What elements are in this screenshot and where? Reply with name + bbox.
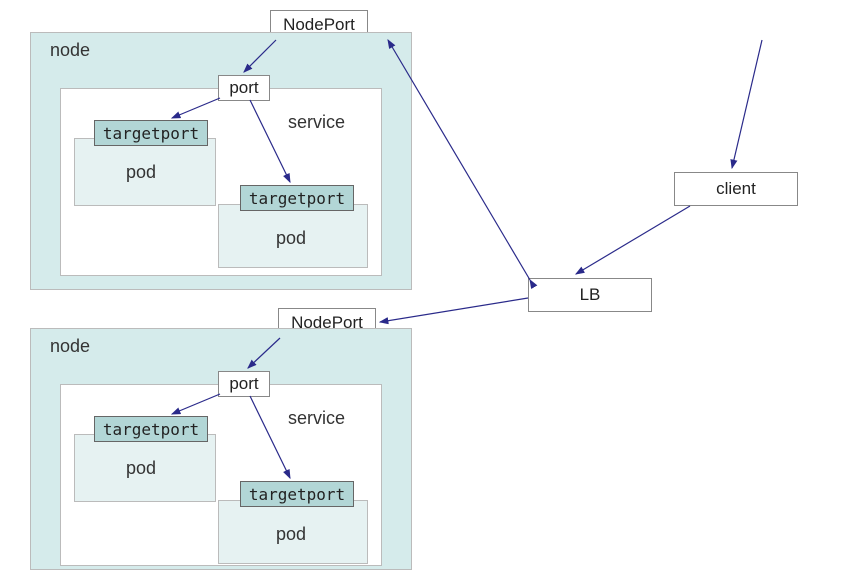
lb-box: LB xyxy=(528,278,652,312)
targetport-label-1a: targetport xyxy=(103,124,199,143)
node-label-1: node xyxy=(50,40,90,61)
port-box-2: port xyxy=(218,371,270,397)
targetport-label-2a: targetport xyxy=(103,420,199,439)
targetport-box-1b: targetport xyxy=(240,185,354,211)
port-label-1: port xyxy=(229,78,258,98)
client-label: client xyxy=(716,179,756,199)
pod-label-2a: pod xyxy=(126,458,156,479)
service-label-2: service xyxy=(288,408,345,429)
targetport-box-1a: targetport xyxy=(94,120,208,146)
targetport-label-1b: targetport xyxy=(249,189,345,208)
port-box-1: port xyxy=(218,75,270,101)
service-label-1: service xyxy=(288,112,345,133)
pod-label-1a: pod xyxy=(126,162,156,183)
port-label-2: port xyxy=(229,374,258,394)
pod-label-1b: pod xyxy=(276,228,306,249)
lb-label: LB xyxy=(580,285,601,305)
pod-label-2b: pod xyxy=(276,524,306,545)
node-label-2: node xyxy=(50,336,90,357)
client-box: client xyxy=(674,172,798,206)
targetport-label-2b: targetport xyxy=(249,485,345,504)
targetport-box-2a: targetport xyxy=(94,416,208,442)
targetport-box-2b: targetport xyxy=(240,481,354,507)
